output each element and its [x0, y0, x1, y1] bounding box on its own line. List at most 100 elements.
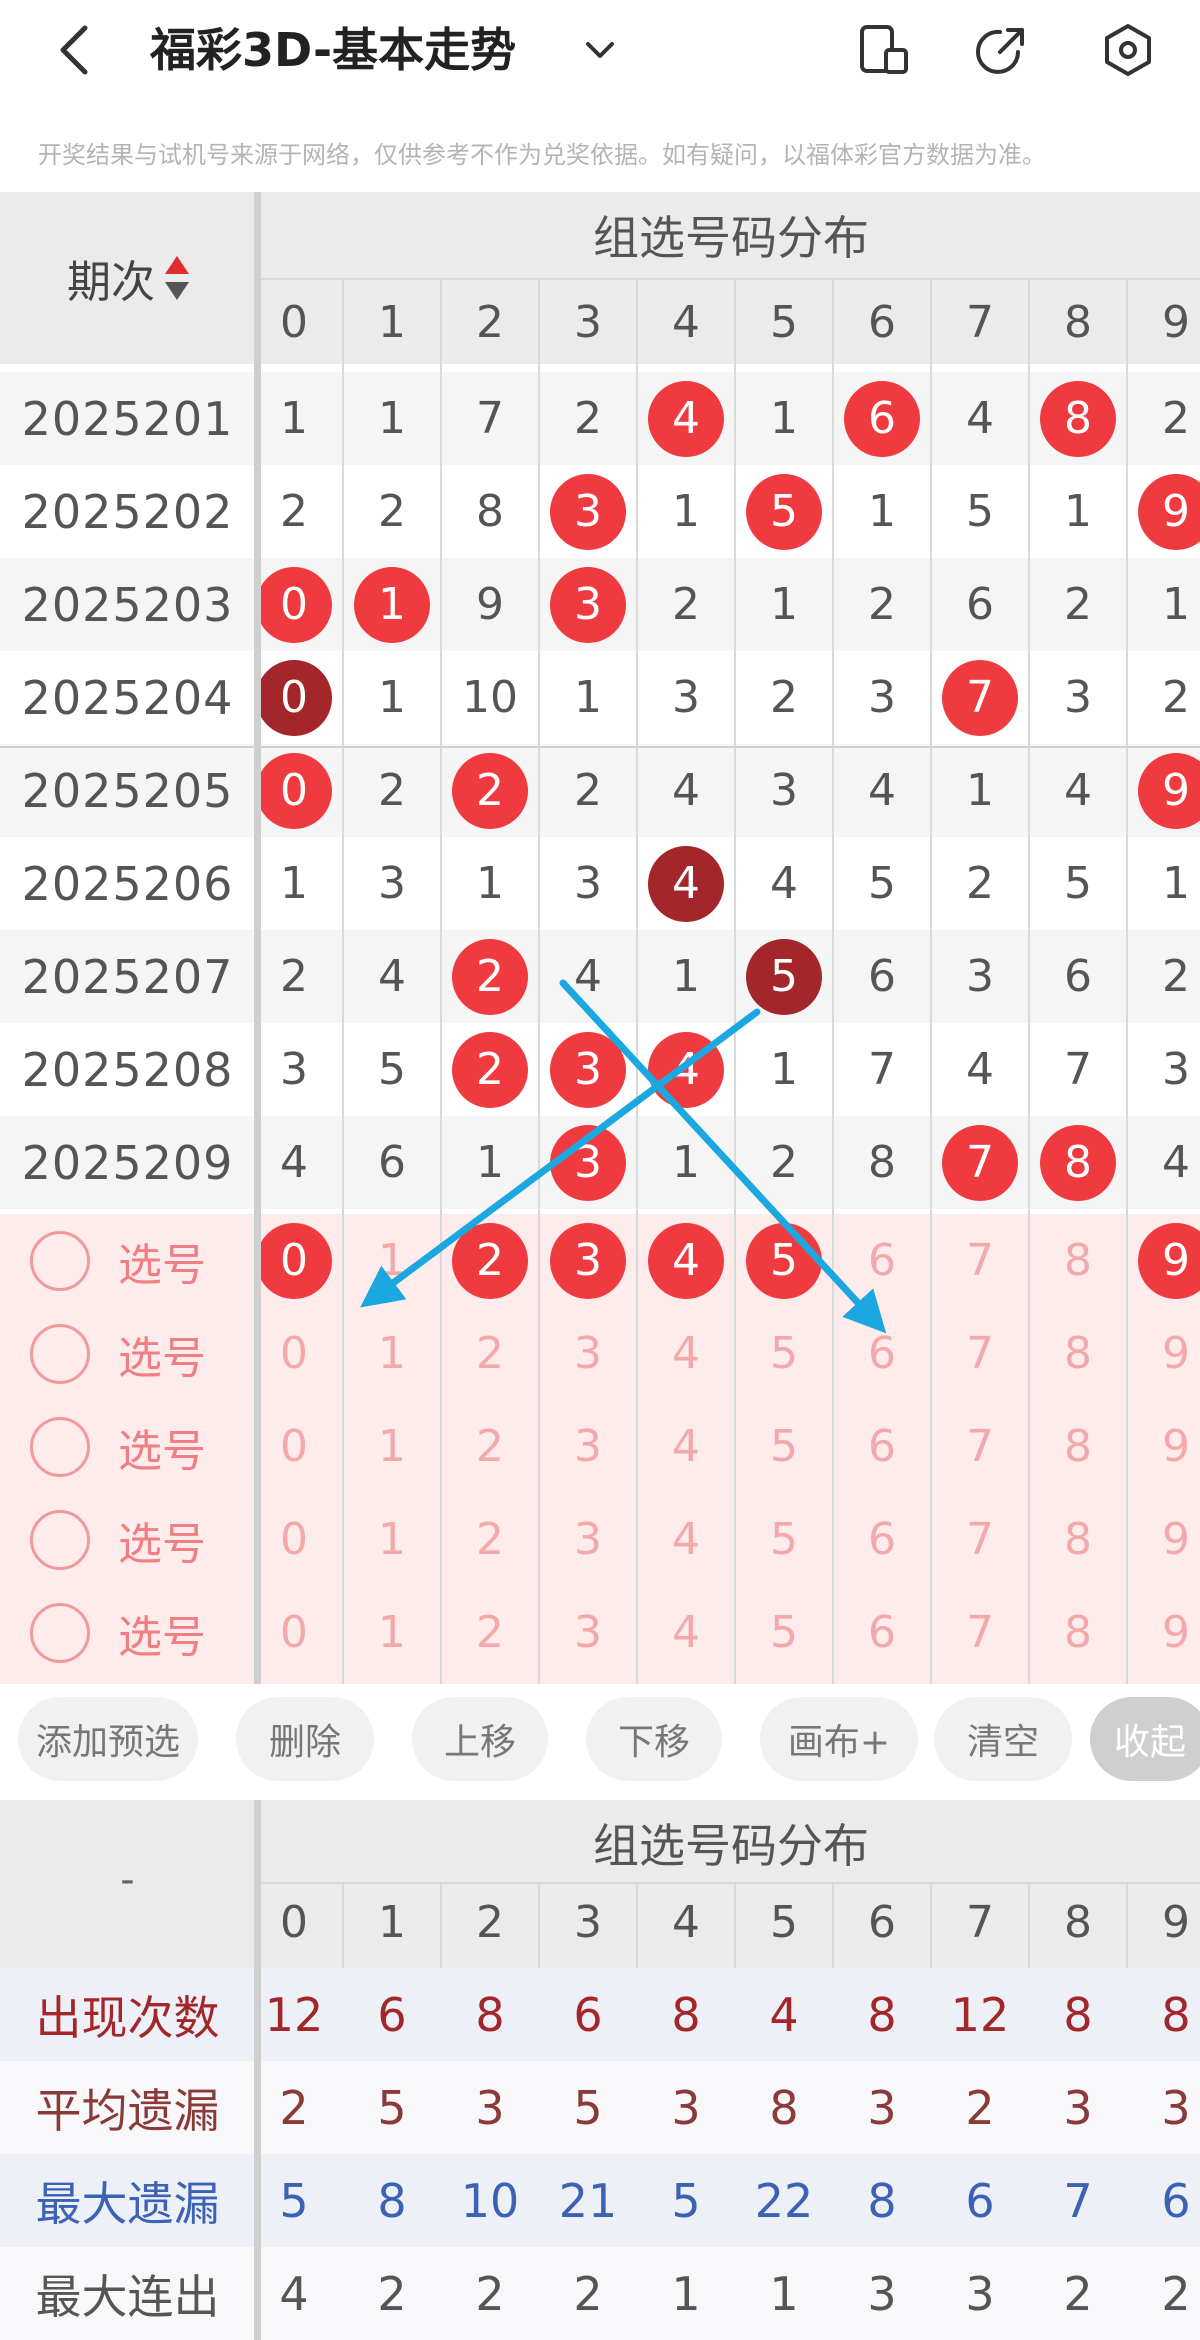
- miss-count-cell: 3: [539, 1116, 637, 1209]
- pick-digit-6[interactable]: 6: [833, 1493, 931, 1586]
- pick-digit-7[interactable]: 7: [931, 1493, 1029, 1586]
- pick-digit-4[interactable]: 4: [637, 1493, 735, 1586]
- add-preselect-button[interactable]: 添加预选: [18, 1697, 198, 1781]
- pick-row-selector[interactable]: 选号: [30, 1214, 230, 1307]
- pick-digit-1[interactable]: 1: [343, 1307, 441, 1400]
- selected-pick-ball[interactable]: 5: [746, 1222, 822, 1299]
- pick-row-selector[interactable]: 选号: [30, 1586, 230, 1679]
- pick-digit-9[interactable]: 9: [1127, 1586, 1200, 1679]
- stats-column-divider: [930, 1884, 932, 1968]
- stats-digit-header-7: 7: [966, 1896, 994, 1948]
- pick-digit-9[interactable]: 9: [1127, 1307, 1200, 1400]
- miss-count-cell: 7: [476, 393, 504, 444]
- pick-digit-6[interactable]: 6: [833, 1214, 931, 1307]
- pick-digit-4[interactable]: 4: [637, 1586, 735, 1679]
- clear-button[interactable]: 清空: [934, 1697, 1072, 1781]
- stats-column-divider: [342, 1884, 344, 1968]
- column-divider: [832, 280, 834, 1684]
- pick-digit-9[interactable]: 9: [1127, 1493, 1200, 1586]
- settings-hexagon-icon[interactable]: [1100, 22, 1156, 78]
- collapse-button[interactable]: 收起: [1090, 1697, 1200, 1781]
- pick-digit-5[interactable]: 5: [735, 1214, 833, 1307]
- miss-count-cell: 7: [868, 1044, 896, 1095]
- pick-digit-9[interactable]: 9: [1127, 1400, 1200, 1493]
- selected-pick-ball[interactable]: 2: [452, 1222, 528, 1299]
- layout-toggle-icon[interactable]: [856, 22, 912, 78]
- pick-digit-7[interactable]: 7: [931, 1214, 1029, 1307]
- pick-digit-3[interactable]: 3: [539, 1400, 637, 1493]
- move-down-button[interactable]: 下移: [586, 1697, 722, 1781]
- pick-row-selector[interactable]: 选号: [30, 1493, 230, 1586]
- pick-digit-6[interactable]: 6: [833, 1586, 931, 1679]
- pick-digit-8[interactable]: 8: [1029, 1214, 1127, 1307]
- stats-value-cell: 3: [475, 2080, 505, 2135]
- pick-digit-2[interactable]: 2: [441, 1586, 539, 1679]
- pick-digit-1[interactable]: 1: [343, 1400, 441, 1493]
- pick-digit-5[interactable]: 5: [735, 1493, 833, 1586]
- selected-pick-ball[interactable]: 9: [1138, 1222, 1200, 1299]
- sort-icon[interactable]: [163, 250, 191, 306]
- drawn-number-ball: 2: [452, 938, 528, 1015]
- pick-digit-2[interactable]: 2: [441, 1400, 539, 1493]
- selected-pick-ball[interactable]: 3: [550, 1222, 626, 1299]
- radio-circle-icon[interactable]: [30, 1602, 90, 1663]
- back-arrow-icon[interactable]: [55, 22, 95, 78]
- digit-header-8: 8: [1064, 296, 1092, 348]
- column-divider: [1028, 280, 1030, 1684]
- pick-digit-3[interactable]: 3: [539, 1586, 637, 1679]
- pick-digit-8[interactable]: 8: [1029, 1586, 1127, 1679]
- pick-digit-9[interactable]: 9: [1127, 1214, 1200, 1307]
- column-divider: [1126, 280, 1128, 1684]
- miss-count-cell: 2: [672, 579, 700, 630]
- move-up-button[interactable]: 上移: [412, 1697, 548, 1781]
- radio-circle-icon[interactable]: [30, 1230, 90, 1291]
- pick-digit-2[interactable]: 2: [441, 1214, 539, 1307]
- pick-digit-7[interactable]: 7: [931, 1586, 1029, 1679]
- pick-digit-2[interactable]: 2: [441, 1307, 539, 1400]
- delete-button[interactable]: 删除: [236, 1697, 374, 1781]
- pick-digit-1[interactable]: 1: [343, 1586, 441, 1679]
- pick-digit-5[interactable]: 5: [735, 1586, 833, 1679]
- pick-digit-8[interactable]: 8: [1029, 1400, 1127, 1493]
- miss-count-cell: 1: [1162, 579, 1190, 630]
- pick-digit-5[interactable]: 5: [735, 1400, 833, 1493]
- selected-pick-ball[interactable]: 4: [648, 1222, 724, 1299]
- stats-digit-header-4: 4: [672, 1896, 700, 1948]
- miss-count-cell: 2: [1162, 672, 1190, 723]
- pick-digit-1[interactable]: 1: [343, 1493, 441, 1586]
- pick-digit-1[interactable]: 1: [343, 1214, 441, 1307]
- pick-digit-3[interactable]: 3: [539, 1493, 637, 1586]
- pick-row-selector[interactable]: 选号: [30, 1307, 230, 1400]
- pick-digit-8[interactable]: 8: [1029, 1307, 1127, 1400]
- stats-row-label: 最大连出: [35, 2269, 220, 2324]
- pick-digit-7[interactable]: 7: [931, 1307, 1029, 1400]
- pick-digit-8[interactable]: 8: [1029, 1493, 1127, 1586]
- radio-circle-icon[interactable]: [30, 1416, 90, 1477]
- pick-digit-6[interactable]: 6: [833, 1307, 931, 1400]
- pick-digit-2[interactable]: 2: [441, 1493, 539, 1586]
- share-icon[interactable]: [974, 22, 1030, 78]
- pick-row-selector[interactable]: 选号: [30, 1400, 230, 1493]
- radio-circle-icon[interactable]: [30, 1323, 90, 1384]
- pick-digit-4[interactable]: 4: [637, 1307, 735, 1400]
- canvas-plus-button[interactable]: 画布+: [760, 1697, 918, 1781]
- radio-circle-icon[interactable]: [30, 1509, 90, 1570]
- miss-count-cell: 1: [672, 1137, 700, 1188]
- pick-row: 选号 0 1 2 3 4 5 6 7 8 9: [0, 1400, 1200, 1493]
- pick-digit-3[interactable]: 3: [539, 1214, 637, 1307]
- miss-count-cell: 3: [672, 672, 700, 723]
- pick-digit-4[interactable]: 4: [637, 1400, 735, 1493]
- pick-digit-5[interactable]: 5: [735, 1307, 833, 1400]
- stats-value-cell: 3: [1161, 2080, 1191, 2135]
- selected-pick-ball[interactable]: 0: [256, 1222, 332, 1299]
- pick-digit-7[interactable]: 7: [931, 1400, 1029, 1493]
- period-column-header[interactable]: 期次: [0, 192, 258, 364]
- period-number: 2025202: [21, 484, 234, 539]
- miss-count-cell: 5: [735, 930, 833, 1023]
- pick-digit-4[interactable]: 4: [637, 1214, 735, 1307]
- page-title[interactable]: 福彩3D-基本走势: [150, 20, 516, 80]
- stats-value-cell: 6: [965, 2173, 995, 2228]
- chevron-down-icon[interactable]: [580, 30, 620, 70]
- pick-digit-6[interactable]: 6: [833, 1400, 931, 1493]
- pick-digit-3[interactable]: 3: [539, 1307, 637, 1400]
